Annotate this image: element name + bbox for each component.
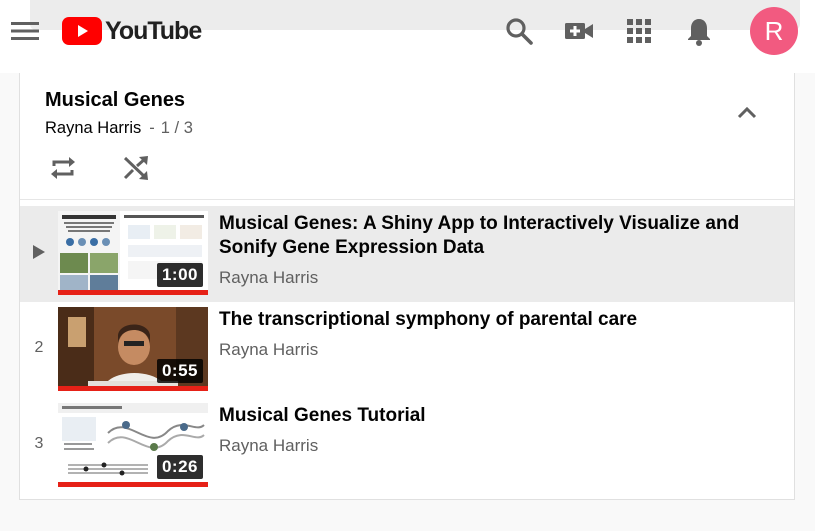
playlist-header: Musical Genes Rayna Harris - 1 / 3	[20, 73, 794, 200]
collapse-icon[interactable]	[733, 99, 761, 127]
video-channel[interactable]: Rayna Harris	[219, 436, 318, 456]
video-duration: 0:55	[156, 359, 203, 383]
video-title[interactable]: The transcriptional symphony of parental…	[219, 308, 759, 332]
video-title[interactable]: Musical Genes Tutorial	[219, 404, 759, 428]
shuffle-icon[interactable]	[121, 153, 151, 183]
youtube-logo[interactable]: YouTube	[62, 16, 202, 45]
logo-text: YouTube	[105, 16, 202, 45]
playlist-title[interactable]: Musical Genes	[45, 89, 185, 112]
search-icon[interactable]	[503, 15, 535, 47]
item-index: 3	[34, 435, 44, 452]
now-playing-icon	[33, 245, 45, 259]
loop-icon[interactable]	[48, 153, 78, 183]
video-duration: 0:26	[156, 455, 203, 479]
playlist-items: 1:00 Musical Genes: A Shiny App to Inter…	[20, 206, 794, 494]
apps-icon[interactable]	[623, 15, 655, 47]
avatar[interactable]: R	[750, 7, 798, 55]
video-channel[interactable]: Rayna Harris	[219, 340, 318, 360]
video-thumbnail[interactable]: 1:00	[58, 211, 208, 295]
watch-progress-bar	[58, 290, 208, 295]
video-channel[interactable]: Rayna Harris	[219, 268, 318, 288]
playlist-position: 1 / 3	[160, 119, 193, 137]
video-thumbnail[interactable]: 0:26	[58, 403, 208, 487]
playlist-owner[interactable]: Rayna Harris	[45, 119, 141, 138]
playlist-panel: Musical Genes Rayna Harris - 1 / 3 1:00 …	[19, 73, 795, 500]
masthead: YouTube R	[0, 0, 815, 73]
playlist-subtitle: Rayna Harris - 1 / 3	[45, 119, 193, 138]
playlist-item[interactable]: 3 0:26 Musical Genes Tutorial Rayna Harr…	[20, 398, 794, 494]
watch-progress-bar	[58, 482, 208, 487]
separator: -	[149, 119, 155, 137]
video-title[interactable]: Musical Genes: A Shiny App to Interactiv…	[219, 212, 759, 260]
video-duration: 1:00	[156, 263, 203, 287]
playlist-item[interactable]: 2 0:55 The transcriptional symphony of p…	[20, 302, 794, 398]
notifications-icon[interactable]	[683, 15, 715, 47]
menu-icon[interactable]	[10, 17, 40, 45]
watch-progress-bar	[58, 386, 208, 391]
item-index: 2	[34, 339, 44, 356]
playlist-item[interactable]: 1:00 Musical Genes: A Shiny App to Inter…	[20, 206, 794, 302]
video-camera-icon[interactable]	[563, 15, 595, 47]
video-thumbnail[interactable]: 0:55	[58, 307, 208, 391]
youtube-play-logo-icon	[62, 17, 102, 45]
